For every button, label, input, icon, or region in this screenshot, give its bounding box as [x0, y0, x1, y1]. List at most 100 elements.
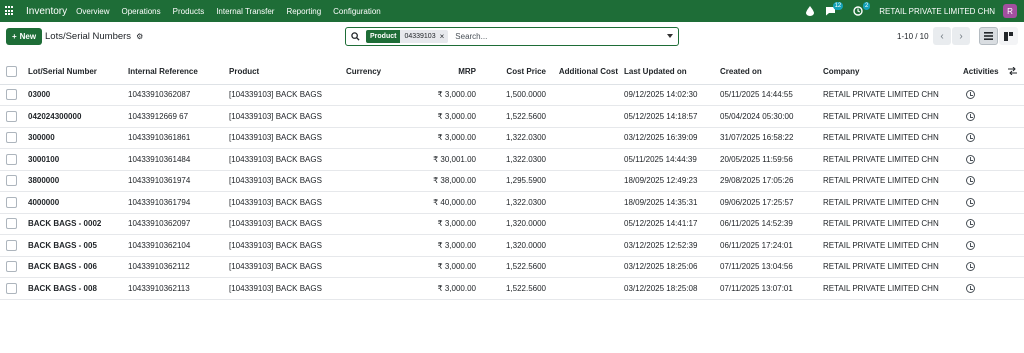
facet-value: 04339103 [400, 30, 440, 43]
col-cost-price[interactable]: Cost Price [476, 60, 546, 85]
menu-reporting[interactable]: Reporting [286, 7, 321, 16]
cell-created-on: 09/06/2025 17:25:57 [720, 191, 823, 214]
kanban-view-button[interactable] [999, 27, 1018, 45]
row-select-cell[interactable] [0, 256, 22, 278]
row-select-cell[interactable] [0, 277, 22, 300]
remove-facet-icon[interactable]: × [439, 30, 449, 43]
activity-clock-icon[interactable] [966, 154, 975, 164]
cell-lot-serial: BACK BAGS - 005 [22, 234, 128, 257]
company-switcher[interactable]: RETAIL PRIVATE LIMITED CHN [879, 7, 995, 16]
activity-clock-icon[interactable] [966, 283, 975, 293]
row-select-cell[interactable] [0, 191, 22, 214]
table-row[interactable]: BACK BAGS - 005 10433910362104 [104339103]… [0, 234, 1024, 257]
row-checkbox[interactable] [6, 89, 17, 101]
activities-clock-icon[interactable]: 2 [852, 1, 871, 17]
cell-created-on: 05/11/2025 14:44:55 [720, 84, 823, 106]
table-row[interactable]: 042024300000 10433912669 67 [104339103] BA… [0, 105, 1024, 128]
optional-columns-toggle[interactable] [1008, 60, 1024, 85]
table-row[interactable]: 03000 10433910362087 [104339103] BACK BAGS… [0, 84, 1024, 106]
row-select-cell[interactable] [0, 213, 22, 235]
table-row[interactable]: 3000100 10433910361484 [104339103] BACK BA… [0, 148, 1024, 171]
cell-company: RETAIL PRIVATE LIMITED CHN [823, 256, 963, 278]
col-last-updated[interactable]: Last Updated on [618, 60, 720, 85]
row-select-cell[interactable] [0, 127, 22, 149]
table-row[interactable]: 4000000 10433910361794 [104339103] BACK BA… [0, 191, 1024, 214]
row-checkbox[interactable] [6, 175, 17, 187]
search-icon[interactable] [346, 32, 364, 41]
activity-clock-icon[interactable] [966, 240, 975, 250]
cell-additional-cost [546, 170, 618, 192]
row-select-cell[interactable] [0, 84, 22, 106]
row-checkbox[interactable] [6, 282, 17, 294]
col-lot-serial[interactable]: Lot/Serial Number [22, 60, 128, 85]
cell-additional-cost [546, 256, 618, 278]
row-checkbox[interactable] [6, 196, 17, 208]
col-product[interactable]: Product [229, 60, 346, 85]
col-activities[interactable]: Activities [963, 60, 1008, 85]
cell-activities [963, 127, 1008, 149]
activity-clock-icon[interactable] [966, 262, 975, 272]
user-avatar[interactable]: R [1003, 4, 1017, 18]
gear-icon[interactable]: ⚙ [136, 32, 143, 41]
new-button[interactable]: + New [6, 28, 42, 45]
cell-last-updated: 05/11/2025 14:44:39 [618, 148, 720, 171]
menu-products[interactable]: Products [173, 7, 205, 16]
activity-clock-icon[interactable] [966, 90, 975, 100]
list-view-button[interactable] [979, 27, 998, 45]
table-row[interactable]: 300000 10433910361861 [104339103] BACK BAG… [0, 127, 1024, 149]
menu-internal-transfer[interactable]: Internal Transfer [216, 7, 274, 16]
cell-mrp: ₹ 3,000.00 [406, 234, 476, 257]
cell-activities [963, 256, 1008, 278]
select-all-cell[interactable] [0, 60, 22, 85]
messages-icon[interactable]: 12 [825, 1, 844, 17]
row-checkbox[interactable] [6, 110, 17, 122]
app-brand[interactable]: Inventory [26, 6, 67, 17]
activity-clock-icon[interactable] [966, 197, 975, 207]
col-currency[interactable]: Currency [346, 60, 406, 85]
cell-company: RETAIL PRIVATE LIMITED CHN [823, 105, 963, 128]
app-menu-icon[interactable] [5, 6, 15, 16]
col-additional-cost[interactable]: Additional Cost [546, 60, 618, 85]
table-row[interactable]: BACK BAGS - 0002 10433910362097 [104339103… [0, 213, 1024, 235]
table-row[interactable]: BACK BAGS - 008 10433910362113 [104339103]… [0, 277, 1024, 300]
col-mrp[interactable]: MRP [406, 60, 476, 85]
search-facet-product: Product 04339103 × [366, 30, 449, 43]
droplet-icon[interactable] [804, 6, 815, 17]
pager-next-button[interactable]: › [952, 27, 970, 45]
cell-additional-cost [546, 234, 618, 257]
activity-clock-icon[interactable] [966, 176, 975, 186]
col-created-on[interactable]: Created on [720, 60, 823, 85]
col-company[interactable]: Company [823, 60, 963, 85]
row-checkbox[interactable] [6, 261, 17, 273]
row-checkbox[interactable] [6, 153, 17, 165]
col-internal-reference[interactable]: Internal Reference [128, 60, 229, 85]
pager-value[interactable]: 1-10 / 10 [897, 32, 929, 41]
row-checkbox[interactable] [6, 218, 17, 230]
cell-last-updated: 18/09/2025 14:35:31 [618, 191, 720, 214]
messages-badge: 12 [832, 1, 844, 10]
menu-configuration[interactable]: Configuration [333, 7, 381, 16]
row-select-cell[interactable] [0, 148, 22, 171]
pager-previous-button[interactable]: ‹ [933, 27, 951, 45]
row-select-cell[interactable] [0, 105, 22, 128]
table-row[interactable]: 3800000 10433910361974 [104339103] BACK BA… [0, 170, 1024, 192]
row-select-cell[interactable] [0, 170, 22, 192]
search-input[interactable] [455, 32, 646, 41]
cell-cost-price: 1,522.5600 [476, 277, 546, 300]
row-checkbox[interactable] [6, 239, 17, 251]
cell-additional-cost [546, 213, 618, 235]
select-all-checkbox[interactable] [6, 66, 17, 78]
search-bar[interactable]: Product 04339103 × [345, 27, 679, 46]
row-select-cell[interactable] [0, 234, 22, 257]
table-row[interactable]: BACK BAGS - 006 10433910362112 [104339103]… [0, 256, 1024, 278]
cell-spacer [1008, 170, 1024, 192]
activity-clock-icon[interactable] [966, 133, 975, 143]
cell-created-on: 05/04/2024 05:30:00 [720, 105, 823, 128]
cell-company: RETAIL PRIVATE LIMITED CHN [823, 277, 963, 300]
menu-operations[interactable]: Operations [121, 7, 160, 16]
activity-clock-icon[interactable] [966, 111, 975, 121]
search-options-toggle-icon[interactable] [667, 34, 673, 38]
activity-clock-icon[interactable] [966, 219, 975, 229]
row-checkbox[interactable] [6, 132, 17, 144]
menu-overview[interactable]: Overview [76, 7, 109, 16]
